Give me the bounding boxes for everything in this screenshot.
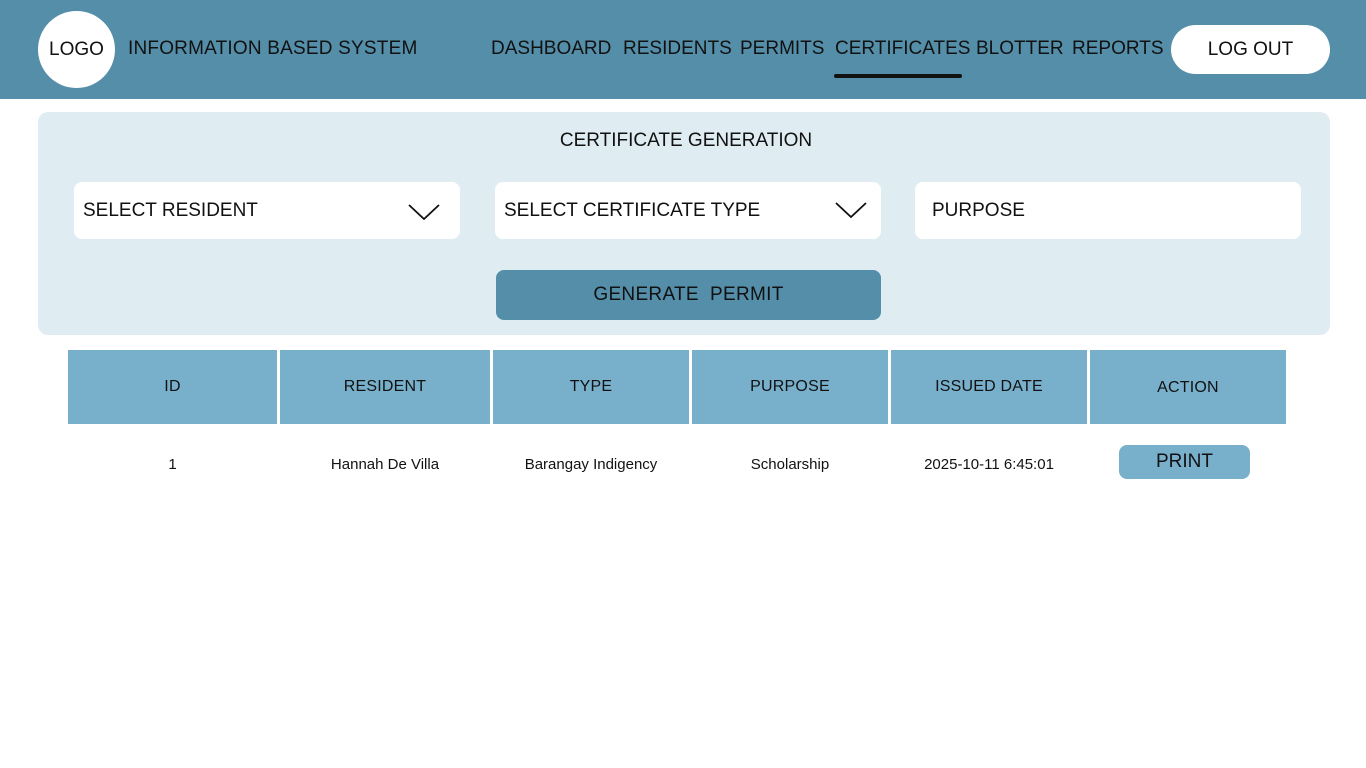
nav-item-reports[interactable]: REPORTS: [1072, 36, 1164, 62]
chevron-down-icon: [408, 204, 440, 221]
print-button[interactable]: PRINT: [1119, 445, 1250, 479]
logo[interactable]: LOGO: [38, 11, 115, 88]
purpose-placeholder: PURPOSE: [932, 200, 1025, 221]
active-nav-indicator: [834, 74, 962, 78]
column-header-action: ACTION: [1090, 350, 1286, 424]
nav-item-dashboard[interactable]: DASHBOARD: [491, 36, 611, 62]
column-header-issued-date: ISSUED DATE: [891, 350, 1087, 424]
select-resident-dropdown[interactable]: SELECT RESIDENT: [74, 182, 460, 239]
generate-permit-button[interactable]: GENERATE PERMIT: [496, 270, 881, 320]
column-header-purpose: PURPOSE: [692, 350, 888, 424]
cell-issued-date: 2025-10-11 6:45:01: [924, 455, 1054, 473]
app-title: INFORMATION BASED SYSTEM: [128, 38, 418, 59]
column-header-resident: RESIDENT: [280, 350, 490, 424]
cell-purpose: Scholarship: [750, 455, 830, 473]
chevron-down-icon: [835, 202, 867, 219]
select-certificate-type-label: SELECT CERTIFICATE TYPE: [504, 200, 761, 221]
select-resident-label: SELECT RESIDENT: [83, 200, 258, 221]
nav-item-blotter[interactable]: BLOTTER: [976, 36, 1064, 62]
select-certificate-type-dropdown[interactable]: SELECT CERTIFICATE TYPE: [495, 182, 881, 239]
nav-item-residents[interactable]: RESIDENTS: [623, 36, 732, 62]
column-header-type: TYPE: [493, 350, 689, 424]
purpose-input[interactable]: PURPOSE: [915, 182, 1301, 239]
cell-resident: Hannah De Villa: [330, 455, 440, 473]
top-nav-bar: LOGO INFORMATION BASED SYSTEM DASHBOARD …: [0, 0, 1366, 99]
cell-type: Barangay Indigency: [524, 455, 658, 473]
column-header-id: ID: [68, 350, 277, 424]
nav-item-certificates[interactable]: CERTIFICATES: [835, 36, 970, 62]
panel-title: CERTIFICATE GENERATION: [559, 130, 813, 151]
nav-item-permits[interactable]: PERMITS: [740, 36, 824, 62]
logout-button[interactable]: LOG OUT: [1171, 25, 1330, 74]
cell-id: 1: [168, 455, 177, 473]
